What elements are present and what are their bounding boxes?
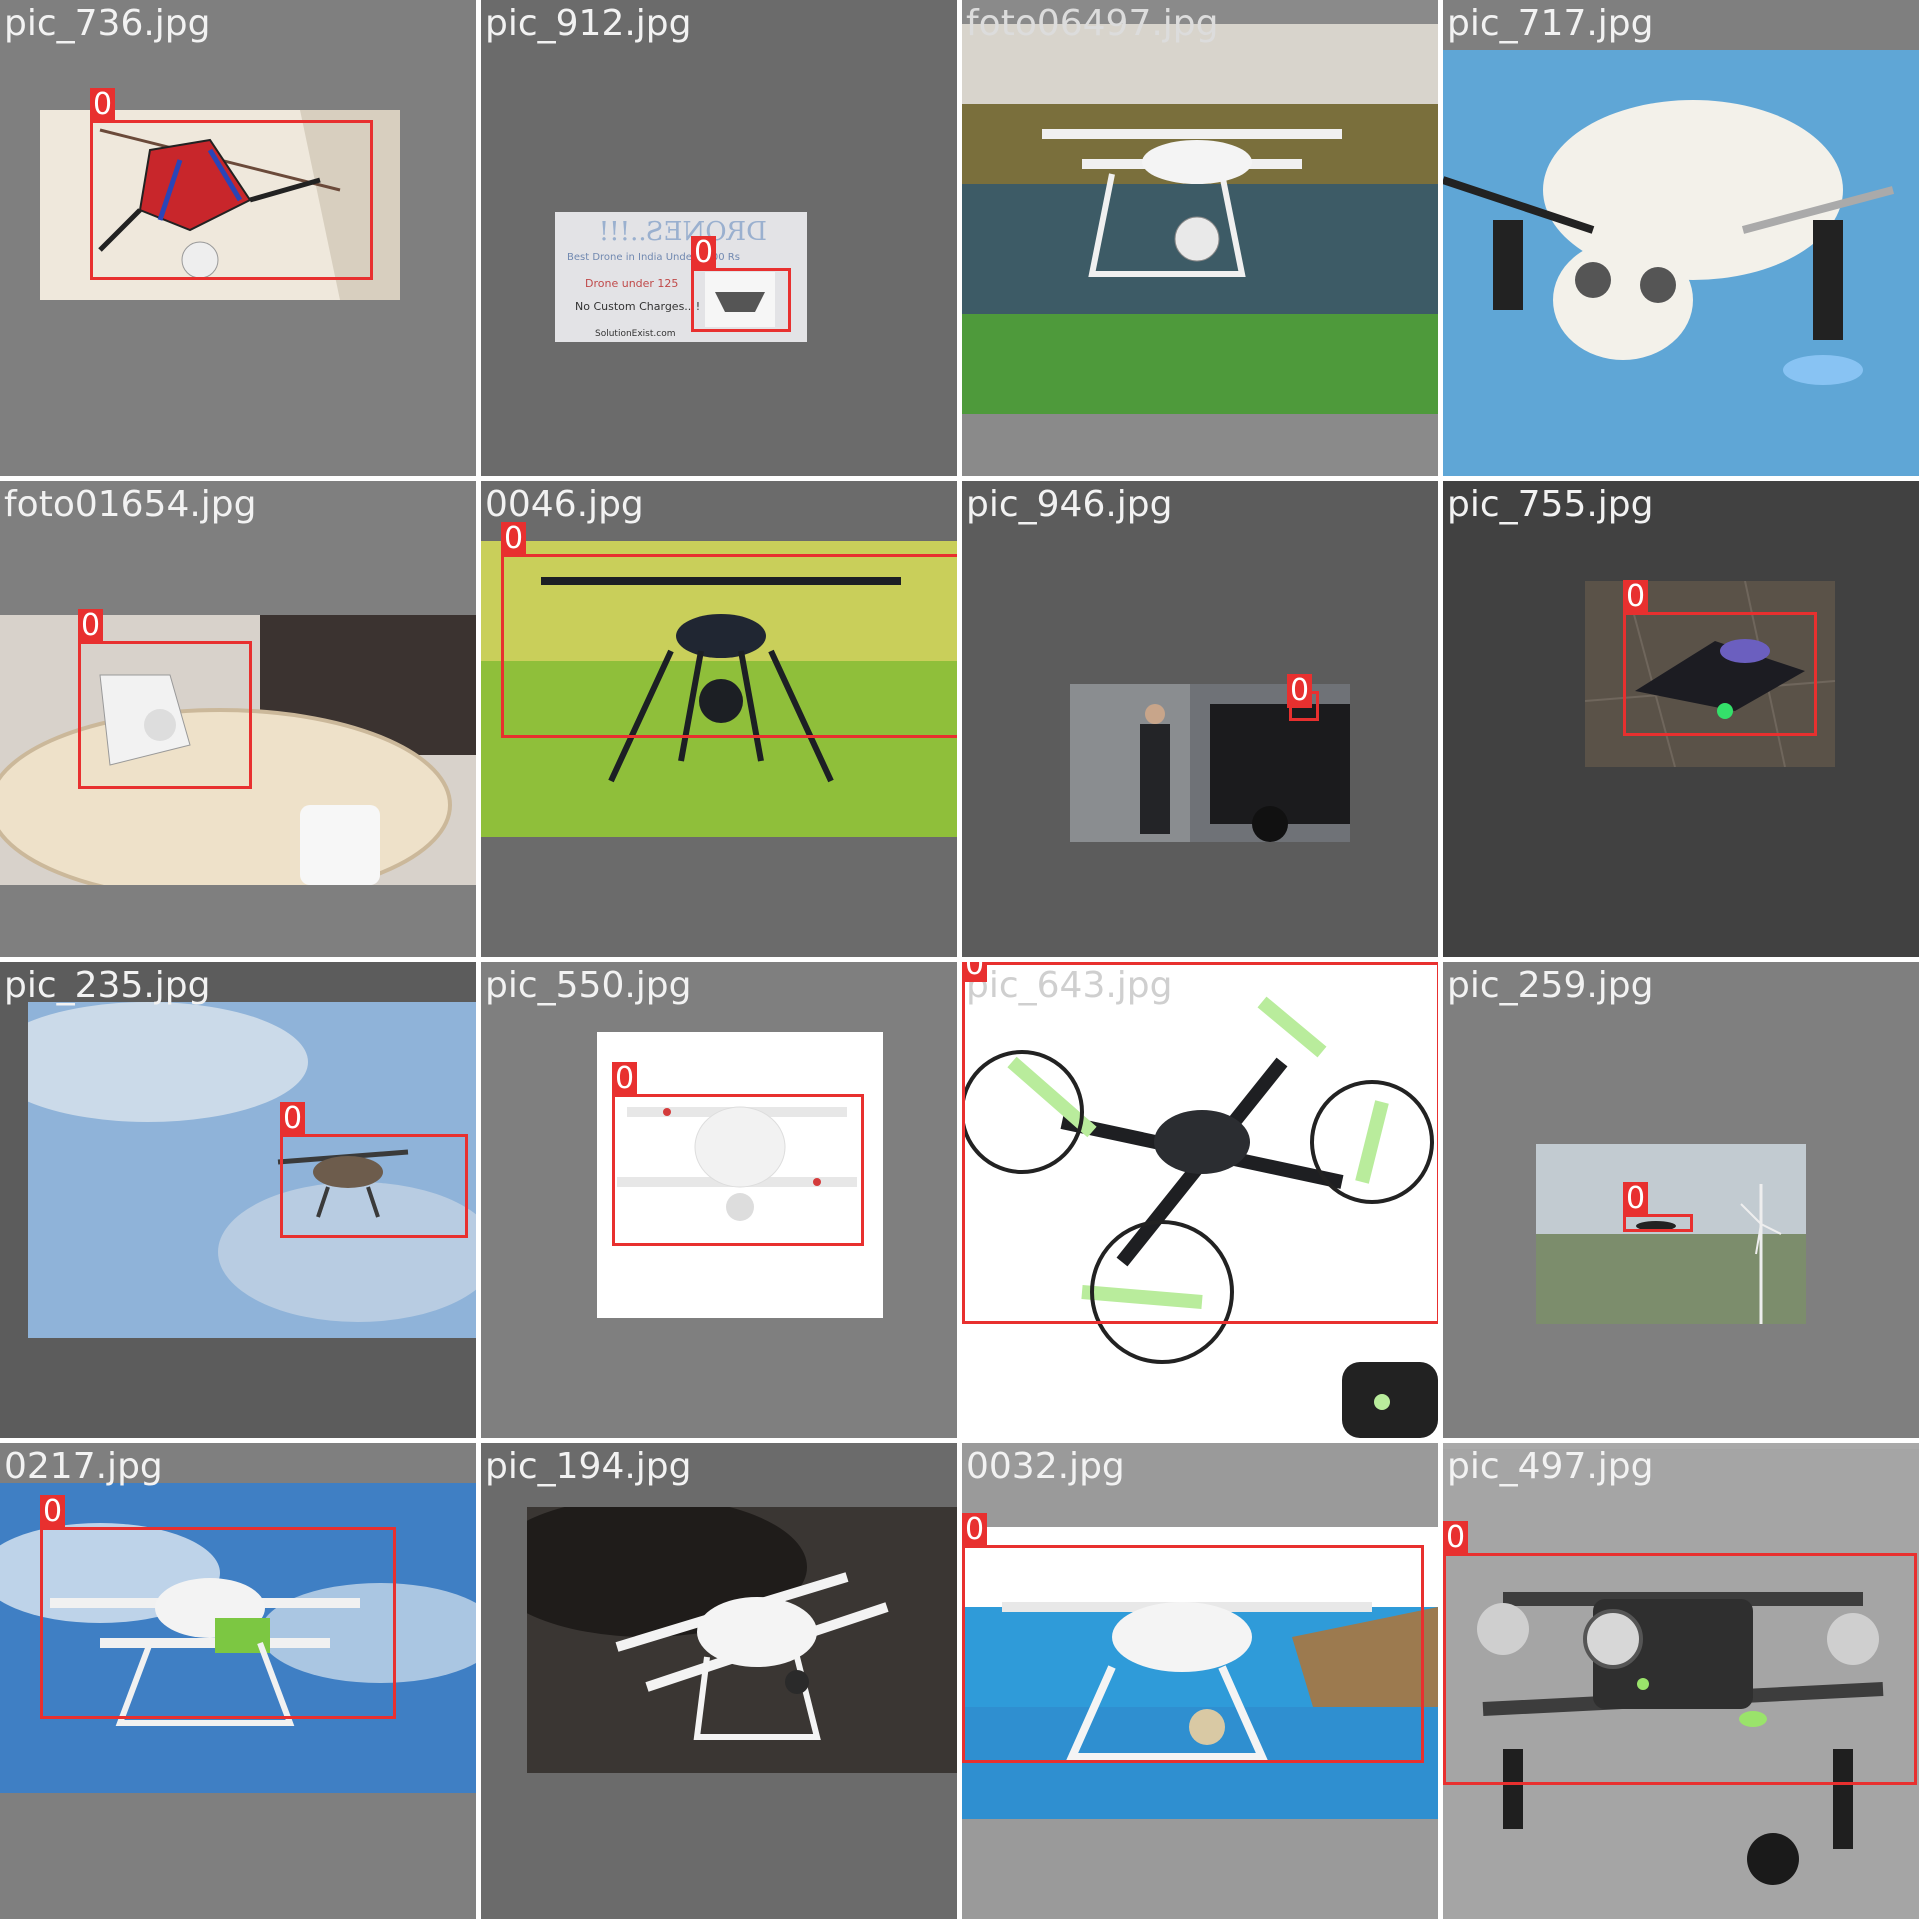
tile-photo — [1443, 50, 1919, 476]
svg-text:DRONES..!!!: DRONES..!!! — [599, 217, 767, 247]
bounding-box — [962, 1545, 1424, 1763]
class-label: 0 — [1287, 674, 1313, 708]
class-label: 0 — [1443, 1521, 1469, 1555]
class-label: 0 — [78, 609, 104, 643]
bounding-box — [280, 1134, 468, 1238]
mosaic-grid: 0 pic_736.jpg DRONES..!!! Best Drone in … — [0, 0, 1920, 1920]
filename-label: pic_550.jpg — [485, 965, 692, 1006]
drone-image — [1536, 1144, 1806, 1324]
bounding-box — [501, 554, 957, 738]
class-label: 0 — [280, 1102, 306, 1136]
class-label: 0 — [501, 522, 527, 556]
tile: DRONES..!!! Best Drone in India Under 10… — [481, 0, 957, 476]
class-label: 0 — [1623, 1182, 1649, 1216]
tile: 0 pic_736.jpg — [0, 0, 476, 476]
bounding-box — [1623, 1214, 1693, 1232]
filename-label: pic_755.jpg — [1447, 484, 1654, 525]
filename-label: pic_717.jpg — [1447, 3, 1654, 44]
drone-image — [527, 1507, 889, 1740]
filename-label: pic_497.jpg — [1447, 1446, 1654, 1487]
filename-label: foto01654.jpg — [4, 484, 257, 525]
class-label: 0 — [962, 1513, 988, 1547]
tile: 0 pic_235.jpg — [0, 962, 476, 1438]
filename-label: foto06497.jpg — [966, 3, 1219, 44]
tile: 0 pic_550.jpg — [481, 962, 957, 1438]
tile-photo — [1536, 1144, 1806, 1324]
tile: pic_194.jpg — [481, 1443, 957, 1919]
bounding-box — [78, 641, 252, 789]
filename-label: pic_194.jpg — [485, 1446, 692, 1487]
filename-label: pic_736.jpg — [4, 3, 211, 44]
tile: 0 0046.jpg — [481, 481, 957, 957]
bounding-box — [40, 1527, 396, 1719]
svg-text:No Custom Charges..!!: No Custom Charges..!! — [575, 300, 700, 313]
filename-label: pic_235.jpg — [4, 965, 211, 1006]
bounding-box — [612, 1094, 864, 1246]
class-label: 0 — [612, 1062, 638, 1096]
filename-label: 0217.jpg — [4, 1446, 163, 1487]
bounding-box — [962, 962, 1438, 1324]
tile: 0 0217.jpg — [0, 1443, 476, 1919]
tile: 0 pic_946.jpg — [962, 481, 1438, 957]
class-label: 0 — [962, 962, 988, 982]
tile: 0 pic_497.jpg — [1443, 1443, 1919, 1919]
bounding-box — [1623, 612, 1817, 736]
filename-label: pic_259.jpg — [1447, 965, 1654, 1006]
svg-text:SolutionExist.com: SolutionExist.com — [595, 329, 675, 339]
tile: 0 pic_755.jpg — [1443, 481, 1919, 957]
filename-label: 0032.jpg — [966, 1446, 1125, 1487]
class-label: 0 — [90, 88, 116, 122]
tile: foto06497.jpg — [962, 0, 1438, 476]
tile-photo — [527, 1507, 957, 1773]
svg-text:Drone under 125: Drone under 125 — [585, 277, 678, 290]
drone-image — [1443, 100, 1895, 385]
tile: 0 pic_259.jpg — [1443, 962, 1919, 1438]
tile: 0 pic_643.jpg — [962, 962, 1438, 1438]
tile: 0 foto01654.jpg — [0, 481, 476, 957]
filename-label: pic_912.jpg — [485, 3, 692, 44]
tile: 0 0032.jpg — [962, 1443, 1438, 1919]
drone-image — [962, 24, 1438, 414]
bounding-box — [1443, 1553, 1917, 1785]
tile-photo — [962, 24, 1438, 414]
filename-label: pic_946.jpg — [966, 484, 1173, 525]
class-label: 0 — [691, 236, 717, 270]
class-label: 0 — [1623, 580, 1649, 614]
bounding-box — [691, 268, 791, 332]
tile: pic_717.jpg — [1443, 0, 1919, 476]
bounding-box — [90, 120, 373, 280]
class-label: 0 — [40, 1495, 66, 1529]
